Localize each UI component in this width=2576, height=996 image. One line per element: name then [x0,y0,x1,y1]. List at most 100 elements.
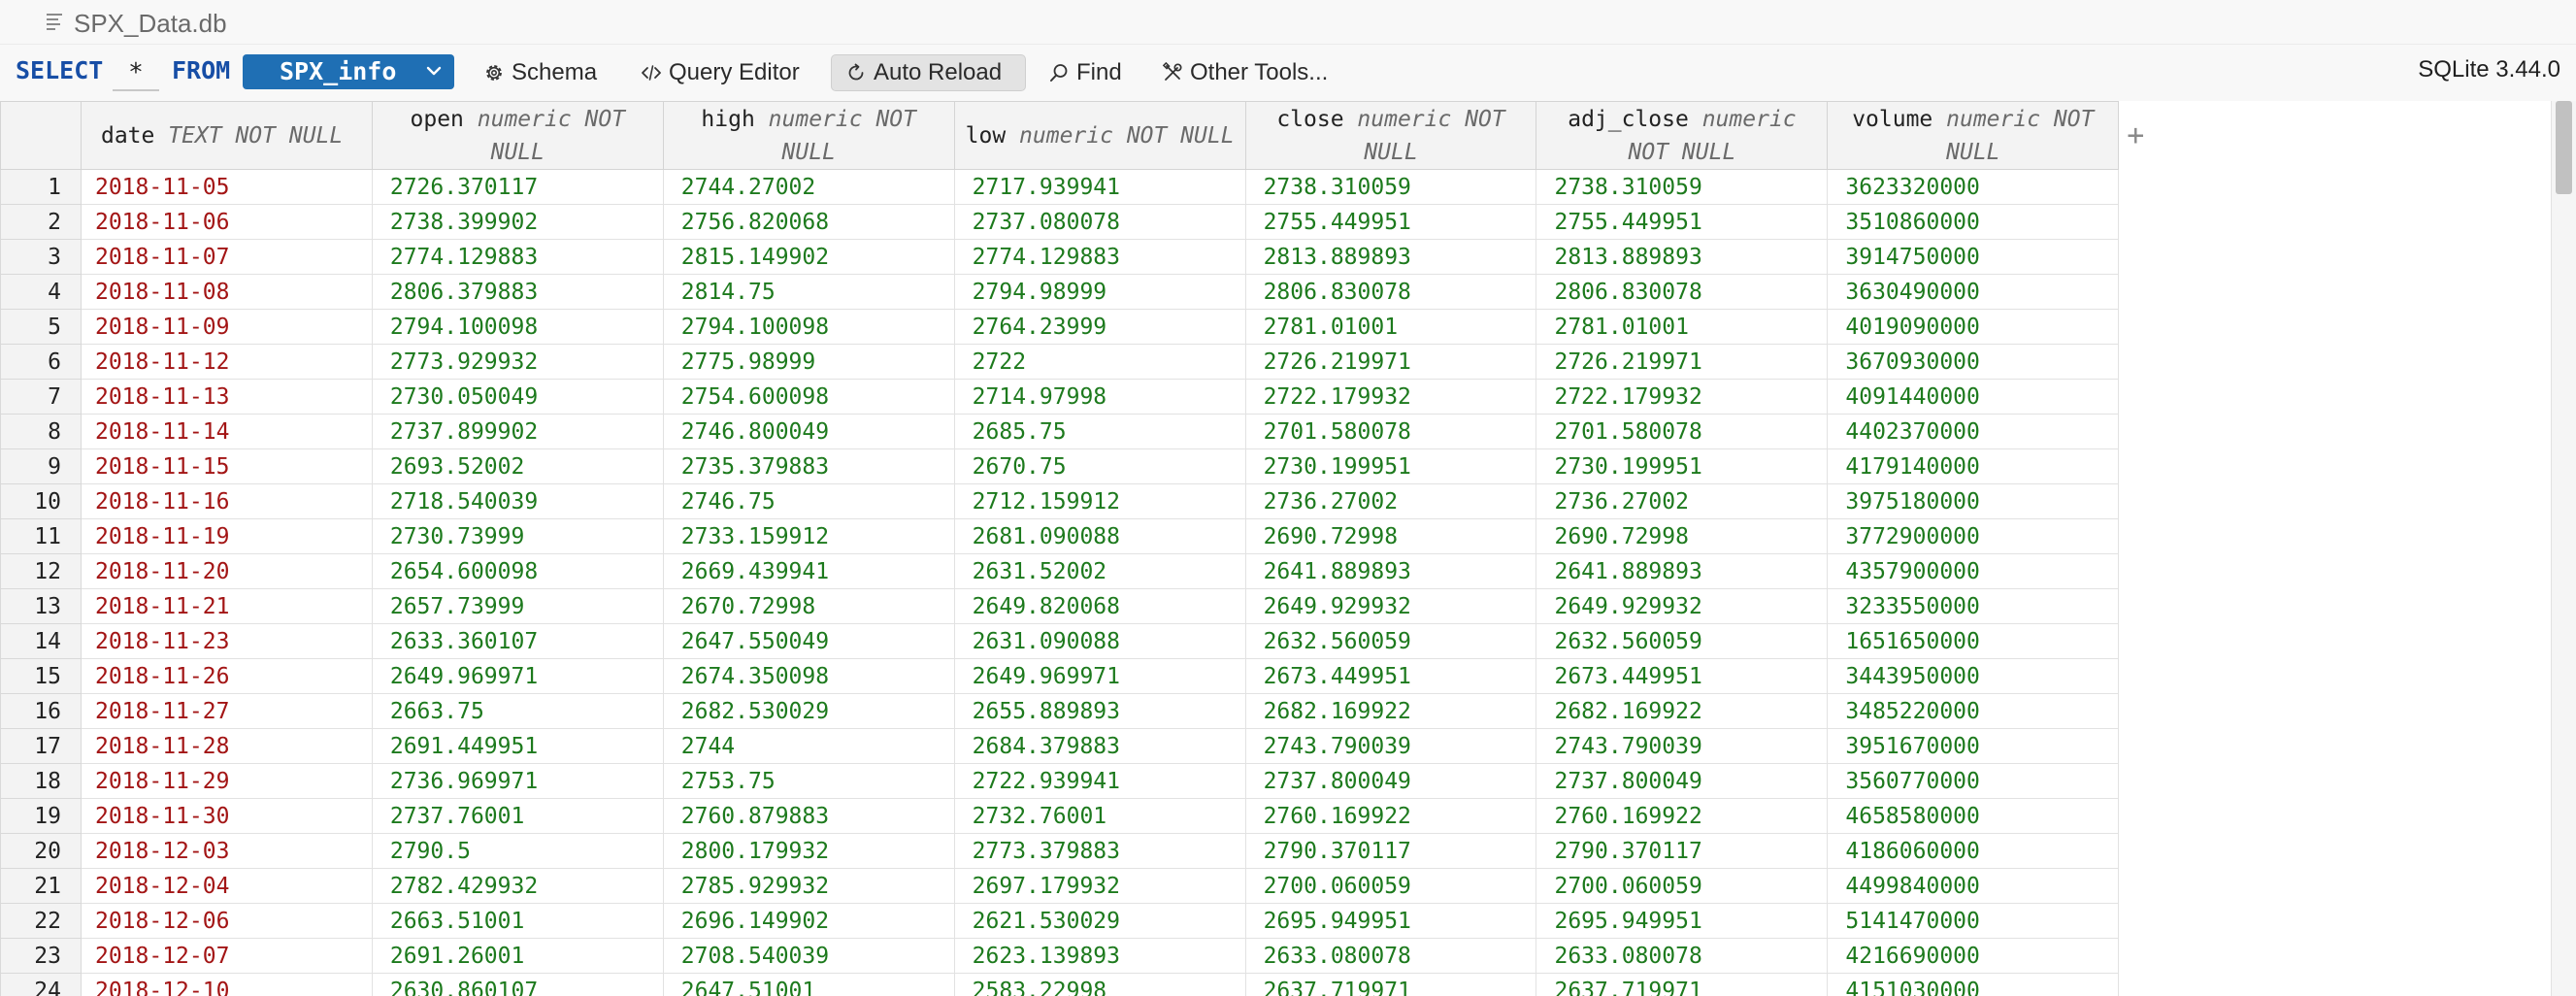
cell-date[interactable]: 2018-12-07 [80,938,373,974]
cell-volume[interactable]: 3443950000 [1827,658,2120,694]
column-header-high[interactable]: high numeric NOT NULL [662,101,955,170]
cell-volume[interactable]: 3623320000 [1827,169,2120,205]
cell-date[interactable]: 2018-11-26 [80,658,373,694]
cell-volume[interactable]: 5141470000 [1827,903,2120,939]
cell-date[interactable]: 2018-11-06 [80,204,373,240]
cell-high[interactable]: 2760.879883 [662,798,955,834]
cell-adj-close[interactable]: 2730.199951 [1536,448,1829,484]
table-row[interactable]: 20 2018-12-03 2790.5 2800.179932 2773.379883… [0,833,2551,869]
cell-open[interactable]: 2654.600098 [371,553,664,589]
cell-low[interactable]: 2717.939941 [953,169,1246,205]
cell-open[interactable]: 2737.76001 [371,798,664,834]
cell-volume[interactable]: 4499840000 [1827,868,2120,904]
cell-high[interactable]: 2682.530029 [662,693,955,729]
cell-close[interactable]: 2641.889893 [1244,553,1537,589]
table-row[interactable]: 9 2018-11-15 2693.52002 2735.379883 2670.75 2… [0,448,2551,484]
cell-adj-close[interactable]: 2755.449951 [1536,204,1829,240]
table-row[interactable]: 15 2018-11-26 2649.969971 2674.350098 2649.9… [0,658,2551,694]
cell-date[interactable]: 2018-11-30 [80,798,373,834]
cell-volume[interactable]: 3670930000 [1827,344,2120,380]
cell-low[interactable]: 2714.97998 [953,379,1246,415]
cell-adj-close[interactable]: 2781.01001 [1536,309,1829,345]
table-row[interactable]: 1 2018-11-05 2726.370117 2744.27002 2717.939… [0,169,2551,205]
cell-low[interactable]: 2794.98999 [953,274,1246,310]
cell-volume[interactable]: 4402370000 [1827,414,2120,449]
cell-high[interactable]: 2708.540039 [662,938,955,974]
cell-high[interactable]: 2815.149902 [662,239,955,275]
cell-low[interactable]: 2732.76001 [953,798,1246,834]
cell-high[interactable]: 2647.550049 [662,623,955,659]
cell-open[interactable]: 2730.050049 [371,379,664,415]
cell-date[interactable]: 2018-12-04 [80,868,373,904]
table-row[interactable]: 23 2018-12-07 2691.26001 2708.540039 2623.13… [0,938,2551,974]
scrollbar-thumb[interactable] [2556,101,2572,194]
cell-date[interactable]: 2018-11-21 [80,588,373,624]
cell-low[interactable]: 2722 [953,344,1246,380]
cell-adj-close[interactable]: 2760.169922 [1536,798,1829,834]
cell-volume[interactable]: 3510860000 [1827,204,2120,240]
table-row[interactable]: 24 2018-12-10 2630.860107 2647.51001 2583.22… [0,973,2551,996]
cell-open[interactable]: 2663.51001 [371,903,664,939]
column-header-open[interactable]: open numeric NOT NULL [371,101,664,170]
cell-close[interactable]: 2632.560059 [1244,623,1537,659]
table-row[interactable]: 16 2018-11-27 2663.75 2682.530029 2655.88989… [0,693,2551,729]
cell-low[interactable]: 2655.889893 [953,693,1246,729]
cell-low[interactable]: 2764.23999 [953,309,1246,345]
cell-close[interactable]: 2637.719971 [1244,973,1537,996]
cell-adj-close[interactable]: 2690.72998 [1536,518,1829,554]
cell-close[interactable]: 2760.169922 [1244,798,1537,834]
column-header-volume[interactable]: volume numeric NOT NULL [1827,101,2120,170]
cell-volume[interactable]: 3233550000 [1827,588,2120,624]
add-column-button[interactable]: + [2118,101,2551,170]
cell-close[interactable]: 2736.27002 [1244,483,1537,519]
cell-high[interactable]: 2794.100098 [662,309,955,345]
cell-volume[interactable]: 4151030000 [1827,973,2120,996]
cell-date[interactable]: 2018-11-27 [80,693,373,729]
table-row[interactable]: 10 2018-11-16 2718.540039 2746.75 2712.15991… [0,483,2551,519]
cell-low[interactable]: 2583.22998 [953,973,1246,996]
cell-close[interactable]: 2682.169922 [1244,693,1537,729]
cell-volume[interactable]: 3975180000 [1827,483,2120,519]
cell-high[interactable]: 2647.51001 [662,973,955,996]
cell-volume[interactable]: 4186060000 [1827,833,2120,869]
cell-date[interactable]: 2018-11-20 [80,553,373,589]
cell-date[interactable]: 2018-11-09 [80,309,373,345]
cell-high[interactable]: 2800.179932 [662,833,955,869]
cell-volume[interactable]: 4357900000 [1827,553,2120,589]
cell-low[interactable]: 2697.179932 [953,868,1246,904]
cell-date[interactable]: 2018-11-13 [80,379,373,415]
cell-date[interactable]: 2018-12-10 [80,973,373,996]
cell-date[interactable]: 2018-12-03 [80,833,373,869]
cell-adj-close[interactable]: 2637.719971 [1536,973,1829,996]
auto-reload-toggle[interactable]: Auto Reload [831,54,1026,91]
cell-adj-close[interactable]: 2736.27002 [1536,483,1829,519]
cell-high[interactable]: 2733.159912 [662,518,955,554]
cell-high[interactable]: 2775.98999 [662,344,955,380]
cell-adj-close[interactable]: 2743.790039 [1536,728,1829,764]
cell-adj-close[interactable]: 2813.889893 [1536,239,1829,275]
cell-low[interactable]: 2685.75 [953,414,1246,449]
cell-volume[interactable]: 3630490000 [1827,274,2120,310]
cell-open[interactable]: 2718.540039 [371,483,664,519]
cell-open[interactable]: 2693.52002 [371,448,664,484]
cell-open[interactable]: 2790.5 [371,833,664,869]
cell-adj-close[interactable]: 2737.800049 [1536,763,1829,799]
column-header-adj-close[interactable]: adj_close numeric NOT NULL [1536,101,1829,170]
table-row[interactable]: 8 2018-11-14 2737.899902 2746.800049 2685.75… [0,414,2551,449]
cell-low[interactable]: 2684.379883 [953,728,1246,764]
cell-open[interactable]: 2773.929932 [371,344,664,380]
cell-open[interactable]: 2691.26001 [371,938,664,974]
cell-close[interactable]: 2701.580078 [1244,414,1537,449]
cell-adj-close[interactable]: 2682.169922 [1536,693,1829,729]
cell-open[interactable]: 2738.399902 [371,204,664,240]
cell-close[interactable]: 2722.179932 [1244,379,1537,415]
cell-close[interactable]: 2673.449951 [1244,658,1537,694]
column-header-date[interactable]: date TEXT NOT NULL [80,101,373,170]
cell-open[interactable]: 2633.360107 [371,623,664,659]
cell-date[interactable]: 2018-11-12 [80,344,373,380]
cell-close[interactable]: 2738.310059 [1244,169,1537,205]
query-editor-button[interactable]: Query Editor [641,54,800,91]
table-row[interactable]: 7 2018-11-13 2730.050049 2754.600098 2714.97… [0,379,2551,415]
table-row[interactable]: 3 2018-11-07 2774.129883 2815.149902 2774.12… [0,239,2551,275]
cell-high[interactable]: 2754.600098 [662,379,955,415]
